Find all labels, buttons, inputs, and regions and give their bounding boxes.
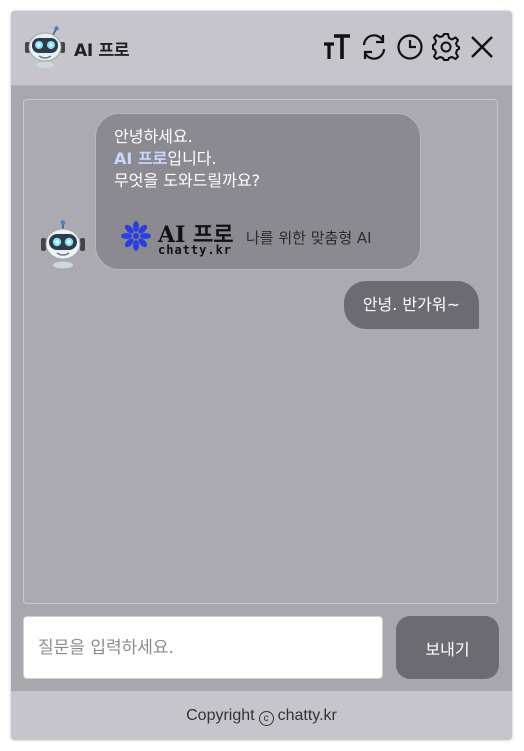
bot-intro-suffix: 입니다.: [167, 149, 217, 168]
bot-question-line: 무엇을 도와드릴까요?: [114, 171, 261, 190]
brand-tagline: 나를 위한 맞춤형 AI: [246, 228, 372, 247]
bot-greeting-line: 안녕하세요.: [114, 127, 193, 146]
history-clock-icon[interactable]: [394, 31, 426, 63]
app-title: AI 프로: [74, 41, 130, 61]
bot-name-highlight: AI 프로: [114, 149, 168, 168]
chat-messages-panel[interactable]: 안녕하세요. AI 프로입니다. 무엇을 도와드릴까요? AI 프로 chatt…: [23, 99, 498, 604]
bot-intro-line: AI 프로입니다.: [114, 148, 420, 170]
font-size-icon[interactable]: [321, 31, 353, 63]
refresh-icon[interactable]: [358, 31, 390, 63]
user-message-bubble: 안녕. 반가워~: [343, 281, 479, 329]
footer-site: chatty.kr: [277, 707, 337, 724]
bot-avatar-icon: [41, 220, 85, 269]
copyright-symbol: c: [258, 711, 274, 726]
robot-logo-icon: [25, 26, 65, 68]
chat-header: AI 프로: [11, 11, 512, 86]
brand-logo: AI 프로 chatty.kr: [121, 221, 234, 257]
brand-logo-sub: chatty.kr: [158, 243, 232, 257]
copyright-label: Copyright: [186, 707, 255, 724]
chat-widget: AI 프로 안녕하세요. AI 프로입니다. 무엇을 도와드릴까요? AI 프로…: [11, 11, 512, 740]
brand-row: AI 프로 chatty.kr 나를 위한 맞춤형 AI: [118, 217, 372, 257]
send-button[interactable]: 보내기: [396, 616, 499, 679]
close-icon[interactable]: [466, 31, 498, 63]
footer: Copyright c chatty.kr: [11, 691, 512, 740]
settings-gear-icon[interactable]: [430, 31, 462, 63]
question-input[interactable]: [23, 616, 383, 679]
bot-message-bubble: 안녕하세요. AI 프로입니다. 무엇을 도와드릴까요? AI 프로 chatt…: [95, 113, 421, 270]
